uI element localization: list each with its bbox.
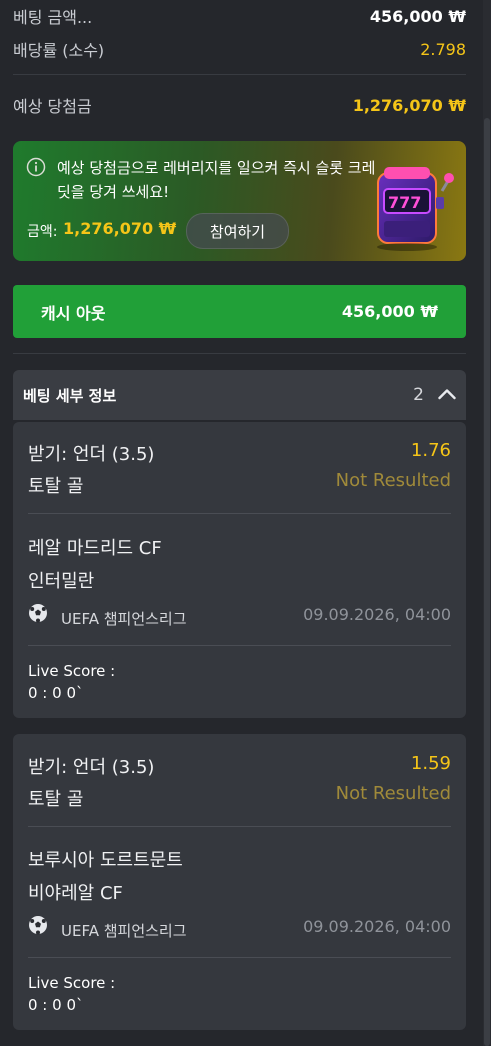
promo-message: 예상 당첨금으로 레버리지를 일으켜 즉시 슬롯 크레딧을 당겨 쓰세요! <box>57 159 376 201</box>
bet-market: 받기: 언더 (3.5) <box>28 444 155 465</box>
live-score-value: 0 : 0 0` <box>28 684 84 702</box>
expected-win-label: 예상 당첨금 <box>13 97 92 116</box>
bet-details-count: 2 <box>413 385 424 405</box>
live-score-value: 0 : 0 0` <box>28 996 84 1014</box>
scrollbar-track[interactable] <box>483 0 491 1046</box>
bet-card: 받기: 언더 (3.5) 1.76 토탈 골 Not Resulted 레알 마… <box>13 422 466 718</box>
soccer-ball-icon <box>28 603 48 627</box>
league-name: UEFA 챔피언스리그 <box>61 922 187 940</box>
bet-amount-row: 베팅 금액... 456,000 ₩ <box>13 4 466 28</box>
promo-banner: 예상 당첨금으로 레버리지를 일으켜 즉시 슬롯 크레딧을 당겨 쓰세요! 금액… <box>13 141 466 261</box>
promo-amount-label: 금액: <box>27 224 58 240</box>
bet-amount-value: 456,000 ₩ <box>369 6 466 26</box>
chevron-up-icon[interactable] <box>438 385 456 405</box>
divider <box>13 74 466 75</box>
card-divider <box>28 645 451 646</box>
card-divider <box>28 826 451 827</box>
divider <box>13 353 466 354</box>
cashout-value: 456,000 ₩ <box>341 302 438 321</box>
expected-win-value: 1,276,070 ₩ <box>352 95 466 115</box>
info-icon <box>26 157 46 181</box>
bet-details-header[interactable]: 베팅 세부 정보 2 <box>13 370 466 420</box>
team-home: 레알 마드리드 CF <box>28 538 162 559</box>
bet-type: 토탈 골 <box>28 789 84 810</box>
match-datetime: 09.09.2026, 04:00 <box>303 605 451 624</box>
live-score-label: Live Score : <box>28 662 116 680</box>
bet-odds: 1.76 <box>410 440 451 461</box>
bet-type: 토탈 골 <box>28 476 84 497</box>
promo-amount-value: 1,276,070 ₩ <box>63 219 177 238</box>
bet-odds: 1.59 <box>410 753 451 774</box>
team-away: 인터밀란 <box>28 571 95 592</box>
bet-details-title: 베팅 세부 정보 <box>23 386 117 405</box>
team-away: 비야레알 CF <box>28 883 123 904</box>
league-name: UEFA 챔피언스리그 <box>61 610 187 628</box>
bet-status: Not Resulted <box>335 470 451 491</box>
cashout-label: 캐시 아웃 <box>41 303 106 323</box>
join-button[interactable]: 참여하기 <box>186 213 289 249</box>
card-divider <box>28 513 451 514</box>
bet-status: Not Resulted <box>335 783 451 804</box>
bet-card: 받기: 언더 (3.5) 1.59 토탈 골 Not Resulted 보루시아… <box>13 734 466 1030</box>
bet-market: 받기: 언더 (3.5) <box>28 757 155 778</box>
live-score-label: Live Score : <box>28 974 116 992</box>
odds-row: 배당률 (소수) 2.798 <box>13 37 466 61</box>
card-divider <box>28 957 451 958</box>
slot-machine-icon: 777 <box>372 163 458 257</box>
odds-label: 배당률 (소수) <box>13 41 105 60</box>
cashout-button[interactable]: 캐시 아웃 456,000 ₩ <box>13 285 466 338</box>
odds-value: 2.798 <box>420 39 466 59</box>
scrollbar-thumb[interactable] <box>484 118 490 1046</box>
expected-win-row: 예상 당첨금 1,276,070 ₩ <box>13 93 466 117</box>
bet-amount-label: 베팅 금액... <box>13 8 93 27</box>
svg-text:777: 777 <box>388 193 421 212</box>
match-datetime: 09.09.2026, 04:00 <box>303 917 451 936</box>
team-home: 보루시아 도르트문트 <box>28 850 183 871</box>
soccer-ball-icon <box>28 915 48 939</box>
